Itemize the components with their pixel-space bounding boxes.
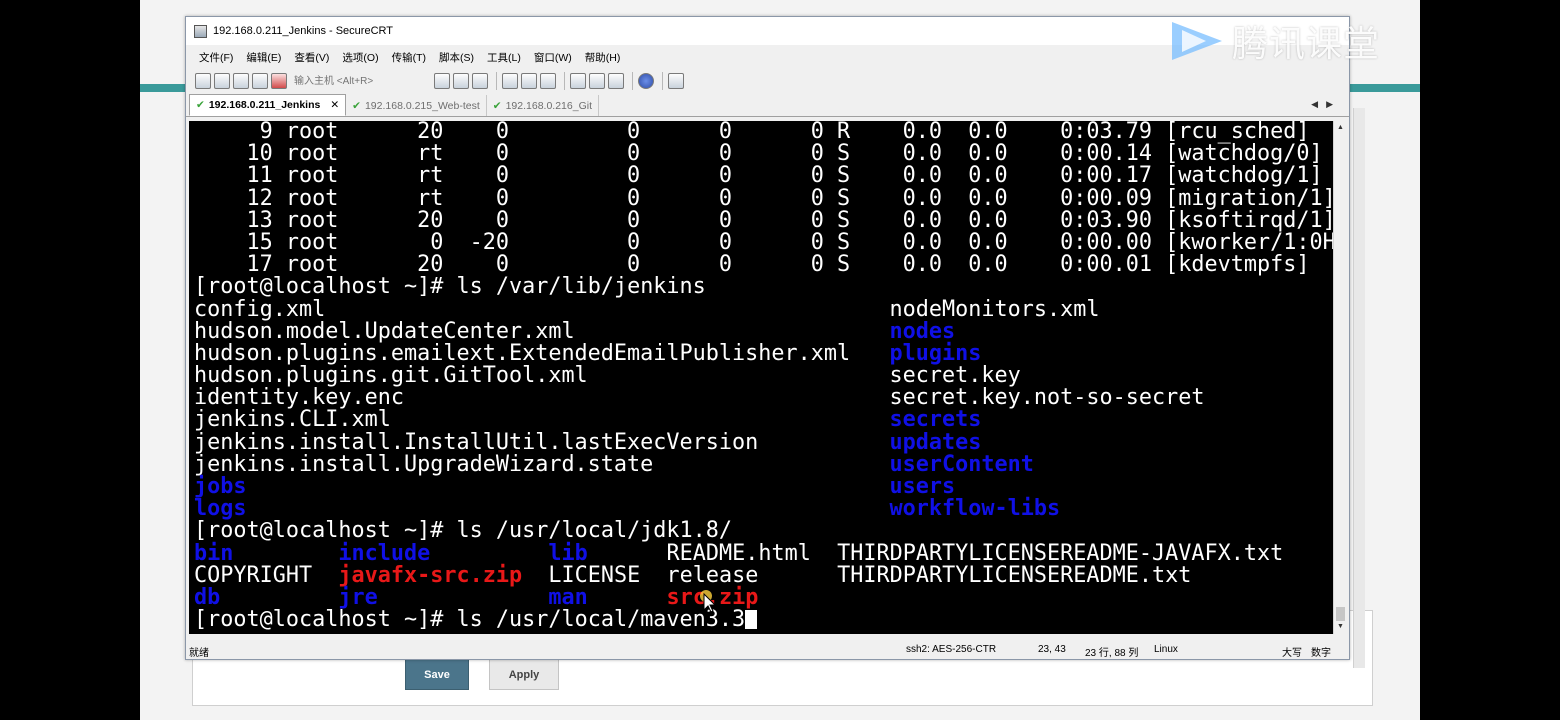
watermark-text: 腾讯课堂 — [1232, 24, 1381, 65]
find-icon[interactable] — [472, 73, 488, 89]
reconnect-icon[interactable] — [252, 73, 268, 89]
keymap-icon[interactable] — [668, 73, 684, 89]
terminal-scrollbar[interactable]: ▲ ▼ — [1333, 121, 1347, 634]
close-tab-icon[interactable]: ✕ — [330, 99, 339, 111]
securecrt-app-icon — [194, 24, 207, 38]
scroll-down-arrow-icon[interactable]: ▼ — [1337, 623, 1344, 630]
tab-jenkins[interactable]: ✔ 192.168.0.211_Jenkins ✕ — [189, 94, 347, 116]
status-os: Linux — [1154, 644, 1178, 655]
toolbar-separator — [632, 72, 633, 90]
prompt-line: [root@localhost ~]# ls /usr/local/maven3… — [194, 609, 1333, 631]
tab-label: 192.168.0.216_Git — [505, 99, 592, 112]
key-icon[interactable] — [608, 73, 624, 89]
menu-view[interactable]: 查看(V) — [294, 50, 329, 65]
process-row: 13 root 20 0 0 0 0 S 0.0 0.0 0:03.90 [ks… — [194, 209, 1333, 232]
status-cipher: ssh2: AES-256-CTR — [906, 644, 997, 655]
process-row: 15 root 0 -20 0 0 0 S 0.0 0.0 0:00.00 [k… — [194, 231, 1333, 254]
listing-row: jobs users — [194, 475, 1333, 498]
paste-icon[interactable] — [453, 73, 469, 89]
connected-check-icon: ✔ — [196, 99, 205, 111]
listing-row: jenkins.install.InstallUtil.lastExecVers… — [194, 431, 1333, 454]
tencent-classroom-watermark: 腾讯课堂 — [1168, 18, 1381, 65]
listing-row: hudson.model.UpdateCenter.xml nodes — [194, 320, 1333, 343]
print-setup-icon[interactable] — [540, 73, 556, 89]
quick-connect-input[interactable] — [290, 72, 428, 90]
menu-help[interactable]: 帮助(H) — [585, 50, 621, 65]
apply-button[interactable]: Apply — [489, 659, 559, 690]
process-row: 11 root rt 0 0 0 0 S 0.0 0.0 0:00.17 [wa… — [194, 165, 1333, 187]
help-icon[interactable] — [638, 73, 654, 89]
print-icon[interactable] — [502, 73, 518, 89]
listing-row: identity.key.enc secret.key.not-so-secre… — [194, 387, 1333, 409]
connected-check-icon: ✔ — [492, 99, 502, 112]
status-caps: 大写 — [1282, 648, 1302, 659]
status-cursor-position: 23, 43 — [1038, 644, 1066, 655]
toolbar — [186, 69, 1349, 93]
listing-row: logs workflow-libs — [194, 498, 1333, 520]
listing-entry: THIRDPARTYLICENSEREADME.txt — [837, 562, 1192, 588]
terminal-output: 9 root 20 0 0 0 0 R 0.0 0.0 0:03.79 [rcu… — [194, 121, 1333, 631]
toolbar-separator — [564, 72, 565, 90]
listing-row: config.xml nodeMonitors.xml — [194, 298, 1333, 321]
global-options-icon[interactable] — [589, 73, 605, 89]
column-gap — [758, 563, 837, 588]
menu-edit[interactable]: 编辑(E) — [246, 50, 281, 65]
mouse-pointer-icon — [700, 590, 717, 613]
tab-label: 192.168.0.211_Jenkins — [208, 99, 321, 111]
connect-in-tab-icon[interactable] — [233, 73, 249, 89]
prompt-line: [root@localhost ~]# ls /usr/local/jdk1.8… — [194, 520, 1333, 542]
page-scrollbar[interactable] — [1353, 108, 1365, 668]
session-options-icon[interactable] — [570, 73, 586, 89]
connected-check-icon: ✔ — [352, 99, 361, 112]
menu-tools[interactable]: 工具(L) — [487, 50, 521, 65]
listing-row: hudson.plugins.git.GitTool.xml secret.ke… — [194, 364, 1333, 387]
scroll-up-arrow-icon[interactable]: ▲ — [1337, 124, 1344, 131]
toolbar-separator — [662, 72, 663, 90]
session-tabs: ✔ 192.168.0.211_Jenkins ✕ ✔ 192.168.0.21… — [186, 94, 1349, 117]
copy-icon[interactable] — [434, 73, 450, 89]
tab-web-test[interactable]: ✔ 192.168.0.215_Web-test — [346, 95, 487, 116]
shell-prompt: [root@localhost ~]# — [194, 607, 457, 633]
listing-row: bin include lib README.html THIRDPARTYLI… — [194, 542, 1333, 565]
save-button[interactable]: Save — [405, 659, 469, 690]
watermark-play-icon — [1172, 22, 1222, 60]
scrollbar-thumb[interactable] — [1336, 607, 1345, 621]
prompt-line: [root@localhost ~]# ls /var/lib/jenkins — [194, 276, 1333, 298]
menu-window[interactable]: 窗口(W) — [534, 50, 572, 65]
menu-transfer[interactable]: 传输(T) — [392, 50, 426, 65]
listing-row: jenkins.install.UpgradeWizard.state user… — [194, 453, 1333, 476]
tab-git[interactable]: ✔ 192.168.0.216_Git — [487, 95, 599, 116]
listing-row: hudson.plugins.emailext.ExtendedEmailPub… — [194, 342, 1333, 365]
print-selection-icon[interactable] — [521, 73, 537, 89]
process-row: 10 root rt 0 0 0 0 S 0.0 0.0 0:00.14 [wa… — [194, 143, 1333, 165]
process-row: 9 root 20 0 0 0 0 R 0.0 0.0 0:03.79 [rcu… — [194, 121, 1333, 143]
process-row: 17 root 20 0 0 0 0 S 0.0 0.0 0:00.01 [kd… — [194, 254, 1333, 276]
menu-options[interactable]: 选项(O) — [342, 50, 378, 65]
listing-row: COPYRIGHT javafx-src.zip LICENSE release… — [194, 562, 1333, 588]
process-row: 12 root rt 0 0 0 0 S 0.0 0.0 0:00.09 [mi… — [194, 187, 1333, 210]
window-title: 192.168.0.211_Jenkins - SecureCRT — [213, 25, 393, 37]
status-ready: 就绪 — [189, 648, 209, 659]
securecrt-window: 192.168.0.211_Jenkins - SecureCRT 文件(F) … — [185, 16, 1350, 660]
connect-icon[interactable] — [195, 73, 211, 89]
listing-row: db jre man src.zip — [194, 586, 1333, 609]
disconnect-icon[interactable] — [271, 73, 287, 89]
toolbar-separator — [496, 72, 497, 90]
menu-script[interactable]: 脚本(S) — [439, 50, 474, 65]
tab-label: 192.168.0.215_Web-test — [364, 99, 480, 112]
listing-entry: workflow-libs — [889, 496, 1061, 522]
terminal-cursor — [745, 610, 758, 630]
terminal-screen[interactable]: 9 root 20 0 0 0 0 R 0.0 0.0 0:03.79 [rcu… — [189, 121, 1333, 634]
status-num: 数字 — [1311, 648, 1331, 659]
listing-row: jenkins.CLI.xml secrets — [194, 409, 1333, 431]
menu-file[interactable]: 文件(F) — [199, 50, 233, 65]
status-bar: 就绪 ssh2: AES-256-CTR 23, 43 23 行, 88 列 L… — [186, 641, 1349, 659]
quick-connect-icon[interactable] — [214, 73, 230, 89]
tab-scroll-arrows[interactable]: ◀▶ — [1311, 99, 1341, 110]
status-dimensions: 23 行, 88 列 — [1085, 648, 1139, 659]
